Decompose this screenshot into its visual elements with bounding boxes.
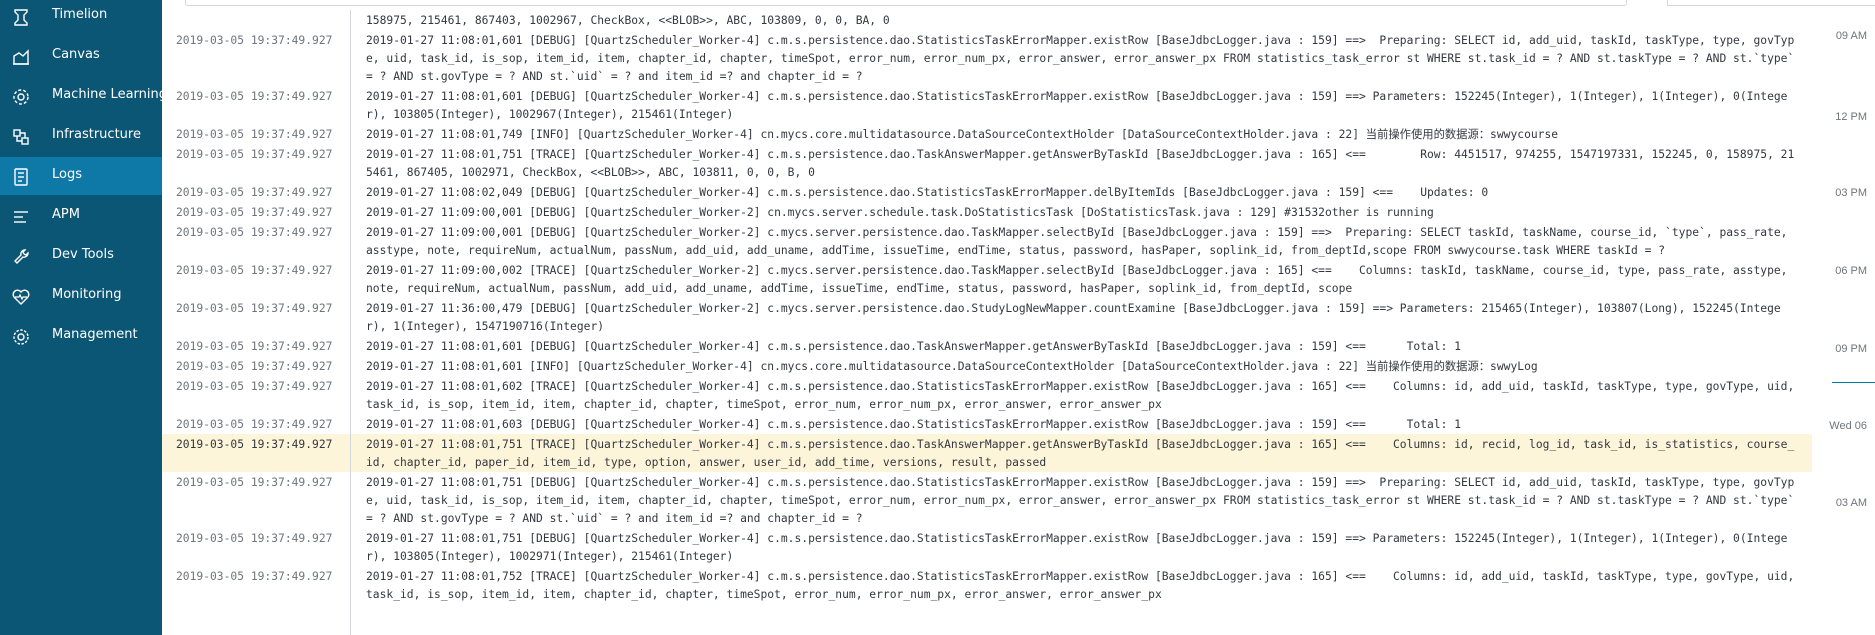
sidebar-item-label: Management	[52, 327, 138, 342]
timeline-tick-label: 09 AM	[1835, 30, 1867, 42]
log-message: 2019-01-27 11:09:00,001 [DEBUG] [QuartzS…	[366, 206, 1434, 219]
log-entry[interactable]: 2019-03-05 19:37:49.927 2019-01-27 11:36:…	[162, 298, 1812, 336]
timeline-tick-label: 06 PM	[1835, 265, 1867, 277]
log-entry[interactable]: 2019-03-05 19:37:49.927 2019-01-27 11:08:…	[162, 144, 1812, 182]
log-timestamp: 2019-03-05 19:37:49.927	[176, 380, 333, 393]
monitoring-icon	[11, 287, 31, 307]
log-message: 2019-01-27 11:08:01,749 [INFO] [QuartzSc…	[366, 128, 1559, 141]
log-entry[interactable]: 2019-03-05 19:37:49.927 2019-01-27 11:09:…	[162, 202, 1812, 222]
sidebar-item-management[interactable]: Management	[0, 317, 162, 355]
infrastructure-icon	[11, 127, 31, 147]
search-bar[interactable]	[185, 0, 1627, 6]
log-timestamp: 2019-03-05 19:37:49.927	[176, 90, 333, 103]
log-timestamp: 2019-03-05 19:37:49.927	[176, 34, 333, 47]
log-timestamp: 2019-03-05 19:37:49.927	[176, 206, 333, 219]
sidebar-item-dev-tools[interactable]: Dev Tools	[0, 237, 162, 275]
timeline-minimap[interactable]: 09 AM 12 PM 03 PM 06 PM 09 PM Wed 06 03 AM	[1812, 10, 1875, 635]
log-message: 2019-01-27 11:08:01,601 [INFO] [QuartzSc…	[366, 360, 1538, 373]
log-message: 2019-01-27 11:08:01,751 [DEBUG] [QuartzS…	[366, 476, 1802, 525]
log-timestamp: 2019-03-05 19:37:49.927	[176, 226, 333, 239]
sidebar-item-label: Machine Learning	[52, 87, 167, 102]
sidebar-item-label: Timelion	[52, 7, 108, 22]
log-message: 2019-01-27 11:08:01,601 [DEBUG] [QuartzS…	[366, 34, 1802, 83]
log-message: 2019-01-27 11:08:01,602 [TRACE] [QuartzS…	[366, 380, 1802, 411]
sidebar-item-timelion[interactable]: Timelion	[0, 0, 162, 35]
log-message: 2019-01-27 11:08:01,601 [DEBUG] [QuartzS…	[366, 90, 1788, 121]
log-timestamp: 2019-03-05 19:37:49.927	[176, 570, 333, 583]
log-entry[interactable]: 2019-03-05 19:37:49.927 2019-01-27 11:08:…	[162, 124, 1812, 144]
log-stream[interactable]: 158975, 215461, 867403, 1002967, CheckBo…	[162, 10, 1812, 635]
sidebar-item-label: APM	[52, 207, 80, 222]
sidebar-item-logs[interactable]: Logs	[0, 157, 162, 195]
log-timestamp: 2019-03-05 19:37:49.927	[176, 128, 333, 141]
sidebar-item-label: Logs	[52, 167, 82, 182]
log-entry[interactable]: 2019-03-05 19:37:49.927 2019-01-27 11:08:…	[162, 434, 1812, 472]
sidebar-item-label: Canvas	[52, 47, 100, 62]
timeline-tick-label: Wed 06	[1829, 420, 1867, 432]
log-entry[interactable]: 2019-03-05 19:37:49.927 2019-01-27 11:08:…	[162, 376, 1812, 414]
gear-icon	[11, 327, 31, 347]
sidebar-item-infrastructure[interactable]: Infrastructure	[0, 117, 162, 155]
toolbar	[162, 0, 1875, 10]
log-timestamp: 2019-03-05 19:37:49.927	[176, 148, 333, 161]
toolbar-controls[interactable]	[1667, 0, 1875, 6]
log-entry[interactable]: 2019-03-05 19:37:49.927 2019-01-27 11:09:…	[162, 260, 1812, 298]
log-entry[interactable]: 2019-03-05 19:37:49.927 2019-01-27 11:08:…	[162, 528, 1812, 566]
log-message: 158975, 215461, 867403, 1002967, CheckBo…	[366, 14, 890, 27]
log-timestamp	[162, 10, 350, 12]
log-timestamp: 2019-03-05 19:37:49.927	[176, 264, 333, 277]
log-entry[interactable]: 2019-03-05 19:37:49.927 2019-01-27 11:08:…	[162, 86, 1812, 124]
log-entry[interactable]: 2019-03-05 19:37:49.927 2019-01-27 11:08:…	[162, 336, 1812, 356]
canvas-icon	[11, 47, 31, 67]
sidebar-item-apm[interactable]: APM	[0, 197, 162, 235]
log-timestamp: 2019-03-05 19:37:49.927	[176, 532, 333, 545]
timeline-tick-label: 03 AM	[1835, 497, 1867, 509]
log-entry[interactable]: 2019-03-05 19:37:49.927 2019-01-27 11:08:…	[162, 566, 1812, 604]
log-message: 2019-01-27 11:08:01,603 [DEBUG] [QuartzS…	[366, 418, 1462, 431]
log-message: 2019-01-27 11:08:02,049 [DEBUG] [QuartzS…	[366, 186, 1489, 199]
log-message: 2019-01-27 11:08:01,752 [TRACE] [QuartzS…	[366, 570, 1802, 601]
log-timestamp: 2019-03-05 19:37:49.927	[176, 476, 333, 489]
log-timestamp: 2019-03-05 19:37:49.927	[176, 340, 333, 353]
dev-tools-icon	[11, 247, 31, 267]
log-entry[interactable]: 2019-03-05 19:37:49.927 2019-01-27 11:09:…	[162, 222, 1812, 260]
timeline-position-marker[interactable]	[1832, 382, 1875, 383]
log-message: 2019-01-27 11:08:01,751 [TRACE] [QuartzS…	[366, 148, 1795, 179]
apm-icon	[11, 207, 31, 227]
log-entry[interactable]: 2019-03-05 19:37:49.927 2019-01-27 11:08:…	[162, 30, 1812, 86]
log-message: 2019-01-27 11:09:00,002 [TRACE] [QuartzS…	[366, 264, 1795, 295]
sidebar-item-monitoring[interactable]: Monitoring	[0, 277, 162, 315]
sidebar-item-label: Monitoring	[52, 287, 122, 302]
sidebar-item-label: Infrastructure	[52, 127, 141, 142]
sidebar-nav: Timelion Canvas Machine Learning Infrast…	[0, 0, 167, 635]
logs-icon	[11, 167, 31, 187]
timeline-tick-label: 12 PM	[1835, 111, 1867, 123]
log-entry[interactable]: 2019-03-05 19:37:49.927 2019-01-27 11:08:…	[162, 182, 1812, 202]
log-message: 2019-01-27 11:08:01,601 [DEBUG] [QuartzS…	[366, 340, 1462, 353]
log-entry[interactable]: 2019-03-05 19:37:49.927 2019-01-27 11:08:…	[162, 414, 1812, 434]
log-timestamp: 2019-03-05 19:37:49.927	[176, 438, 333, 451]
log-timestamp: 2019-03-05 19:37:49.927	[176, 418, 333, 431]
log-message: 2019-01-27 11:36:00,479 [DEBUG] [QuartzS…	[366, 302, 1781, 333]
column-divider	[350, 10, 351, 635]
log-entry[interactable]: 158975, 215461, 867403, 1002967, CheckBo…	[162, 10, 1812, 30]
sidebar-item-label: Dev Tools	[52, 247, 114, 262]
log-timestamp: 2019-03-05 19:37:49.927	[176, 186, 333, 199]
timeline-tick-label: 09 PM	[1835, 343, 1867, 355]
log-timestamp: 2019-03-05 19:37:49.927	[176, 302, 333, 315]
log-message: 2019-01-27 11:08:01,751 [DEBUG] [QuartzS…	[366, 532, 1788, 563]
machine-learning-icon	[11, 87, 31, 107]
timelion-icon	[11, 7, 31, 27]
log-entry[interactable]: 2019-03-05 19:37:49.927 2019-01-27 11:08:…	[162, 472, 1812, 528]
timeline-tick-label: 03 PM	[1835, 187, 1867, 199]
sidebar-item-machine-learning[interactable]: Machine Learning	[0, 77, 167, 115]
log-message: 2019-01-27 11:09:00,001 [DEBUG] [QuartzS…	[366, 226, 1795, 257]
sidebar-item-canvas[interactable]: Canvas	[0, 37, 162, 75]
log-timestamp: 2019-03-05 19:37:49.927	[176, 360, 333, 373]
log-entry[interactable]: 2019-03-05 19:37:49.927 2019-01-27 11:08:…	[162, 356, 1812, 376]
log-message: 2019-01-27 11:08:01,751 [TRACE] [QuartzS…	[366, 438, 1795, 469]
